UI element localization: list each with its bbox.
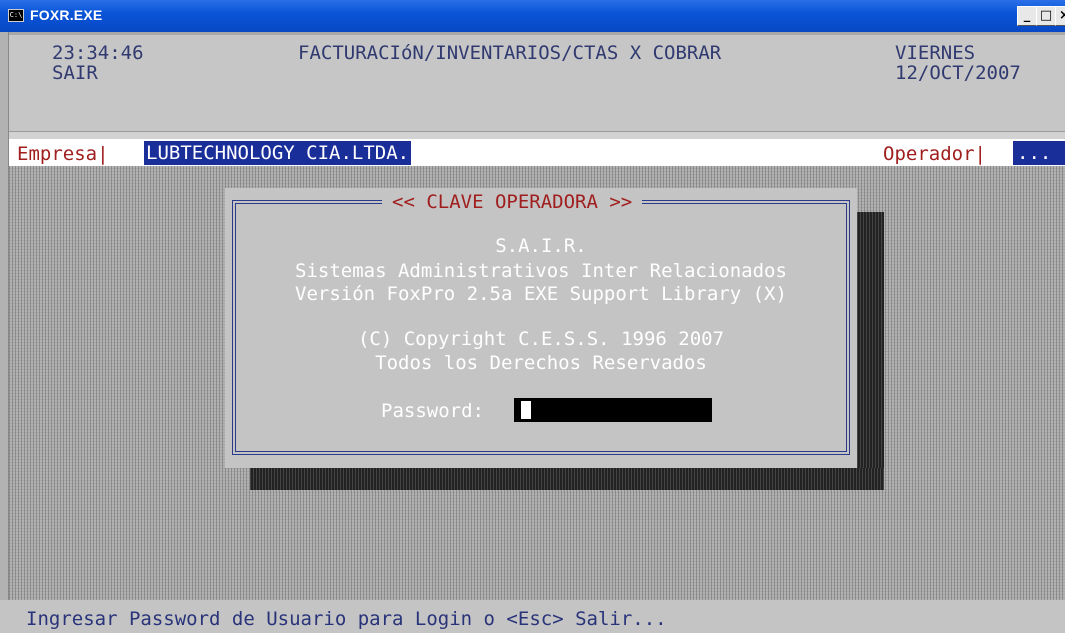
message-bar: Ingresar Password de Usuario para Login …: [0, 600, 1065, 633]
footer-message: Ingresar Password de Usuario para Login …: [26, 608, 667, 630]
product-description: Sistemas Administrativos Inter Relaciona…: [295, 260, 787, 282]
login-dialog: << CLAVE OPERADORA >> S.A.I.R. Sistemas …: [225, 188, 857, 468]
version-text: Versión FoxPro 2.5a EXE Support Library …: [295, 283, 787, 305]
console-icon: C:\: [8, 9, 24, 22]
minimize-button[interactable]: _: [1017, 6, 1037, 26]
dialog-shadow-right: [857, 212, 884, 490]
clock-time: 23:34:46: [52, 42, 144, 64]
rights-text: Todos los Derechos Reservados: [375, 352, 707, 374]
dialog-shadow-bottom: [250, 468, 884, 490]
maximize-button[interactable]: □: [1036, 6, 1056, 26]
dialog-title: << CLAVE OPERADORA >>: [382, 189, 643, 215]
window-titlebar[interactable]: C:\ FOXR.EXE _ □ ×: [0, 0, 1065, 32]
app-title: FACTURACIóN/INVENTARIOS/CTAS X COBRAR: [298, 42, 722, 64]
product-name: S.A.I.R.: [495, 235, 587, 257]
current-date: 12/OCT/2007: [895, 62, 1021, 84]
weekday: VIERNES: [895, 42, 976, 64]
text-cursor: [521, 401, 531, 419]
window-title: FOXR.EXE: [30, 7, 103, 23]
operador-label: Operador|: [883, 143, 986, 165]
close-button[interactable]: ×: [1055, 6, 1065, 26]
password-label: Password:: [381, 400, 484, 422]
empresa-label: Empresa|: [17, 143, 109, 165]
operador-value: ...: [1013, 141, 1065, 165]
copyright-text: (C) Copyright C.E.S.S. 1996 2007: [357, 328, 725, 350]
user-name: SAIR: [52, 62, 98, 84]
empresa-value: LUBTECHNOLOGY CIA.LTDA.: [144, 141, 412, 165]
window-left-border: [0, 32, 9, 633]
password-input[interactable]: [514, 398, 712, 422]
